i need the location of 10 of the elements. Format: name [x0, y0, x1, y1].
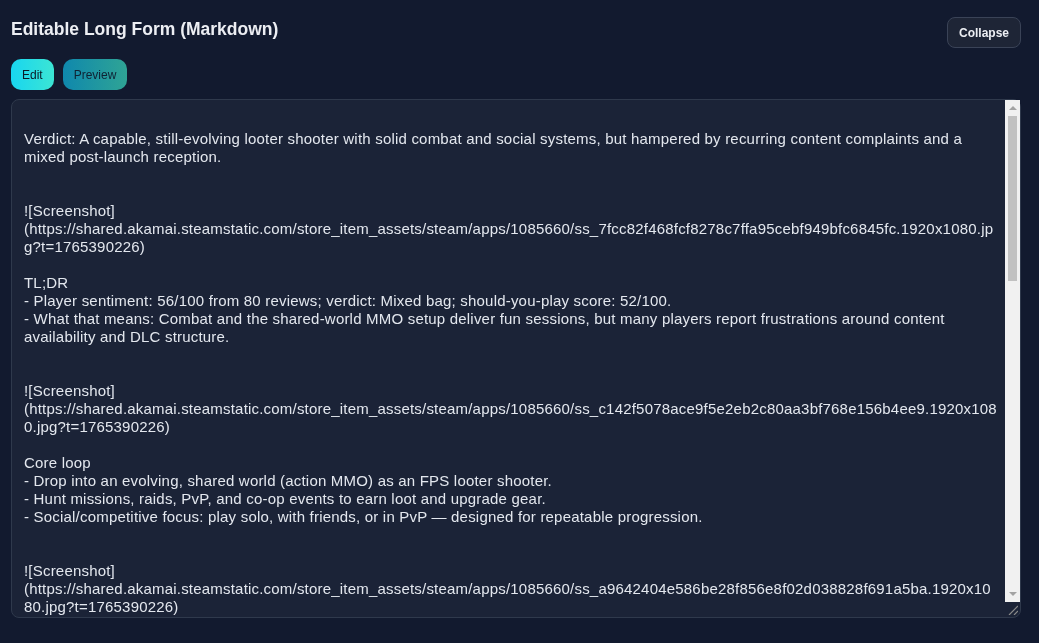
mode-tab[interactable]: Preview [62, 59, 128, 90]
scrollbar[interactable] [1005, 100, 1020, 602]
mode-tab[interactable]: Edit [11, 59, 54, 90]
scroll-down-icon[interactable] [1008, 592, 1017, 596]
collapse-button[interactable]: Collapse [947, 17, 1021, 48]
scrollbar-thumb[interactable] [1008, 116, 1017, 281]
scroll-up-icon[interactable] [1008, 106, 1017, 110]
markdown-editor[interactable]: Verdict: A capable, still-evolving looter shooter with solid combat and social systems, but hampered by recurring content complaints and a mixed post-launch reception. ![Screenshot](https://shared.akamai.steamstatic.com/store_item_assets/steam/apps/1085660/ss_7fcc82f468fcf8278c7ffa95cebf949bfc6845fc.1920x1080.jpg?t=1765390226) TL;DR - Player sentiment: 56/100 from 80 reviews; verdict: Mixed bag; should-you-play score: 52/100. - What that means: Combat and the shared-world MMO setup deliver fun sessions, but many players report frustrations around content availability and DLC structure. ![Screenshot](https://shared.akamai.steamstatic.com/store_item_assets/steam/apps/1085660/ss_c142f5078ace9f5e2eb2c80aa3bf768e156b4ee9.1920x1080.jpg?t=1765390226) Core loop - Drop into an evolving, shared world (action MMO) as an FPS looter shooter. - Hunt missions, raids, PvP, and co-op events to earn loot and upgrade gear. - Social/competitive focus: play solo, with friends, or in PvP — designed for repeatable progression. ![Screenshot](https://shared.akamai.steamstatic.com/store_item_assets/steam/apps/1085660/ss_a9642404e586be28f856e8f02d038828f691a5ba.1920x1080.jpg?t=1765390226) [11, 99, 1021, 618]
resize-grip-icon[interactable] [1008, 605, 1018, 615]
form-title: Editable Long Form (Markdown) [11, 18, 279, 40]
